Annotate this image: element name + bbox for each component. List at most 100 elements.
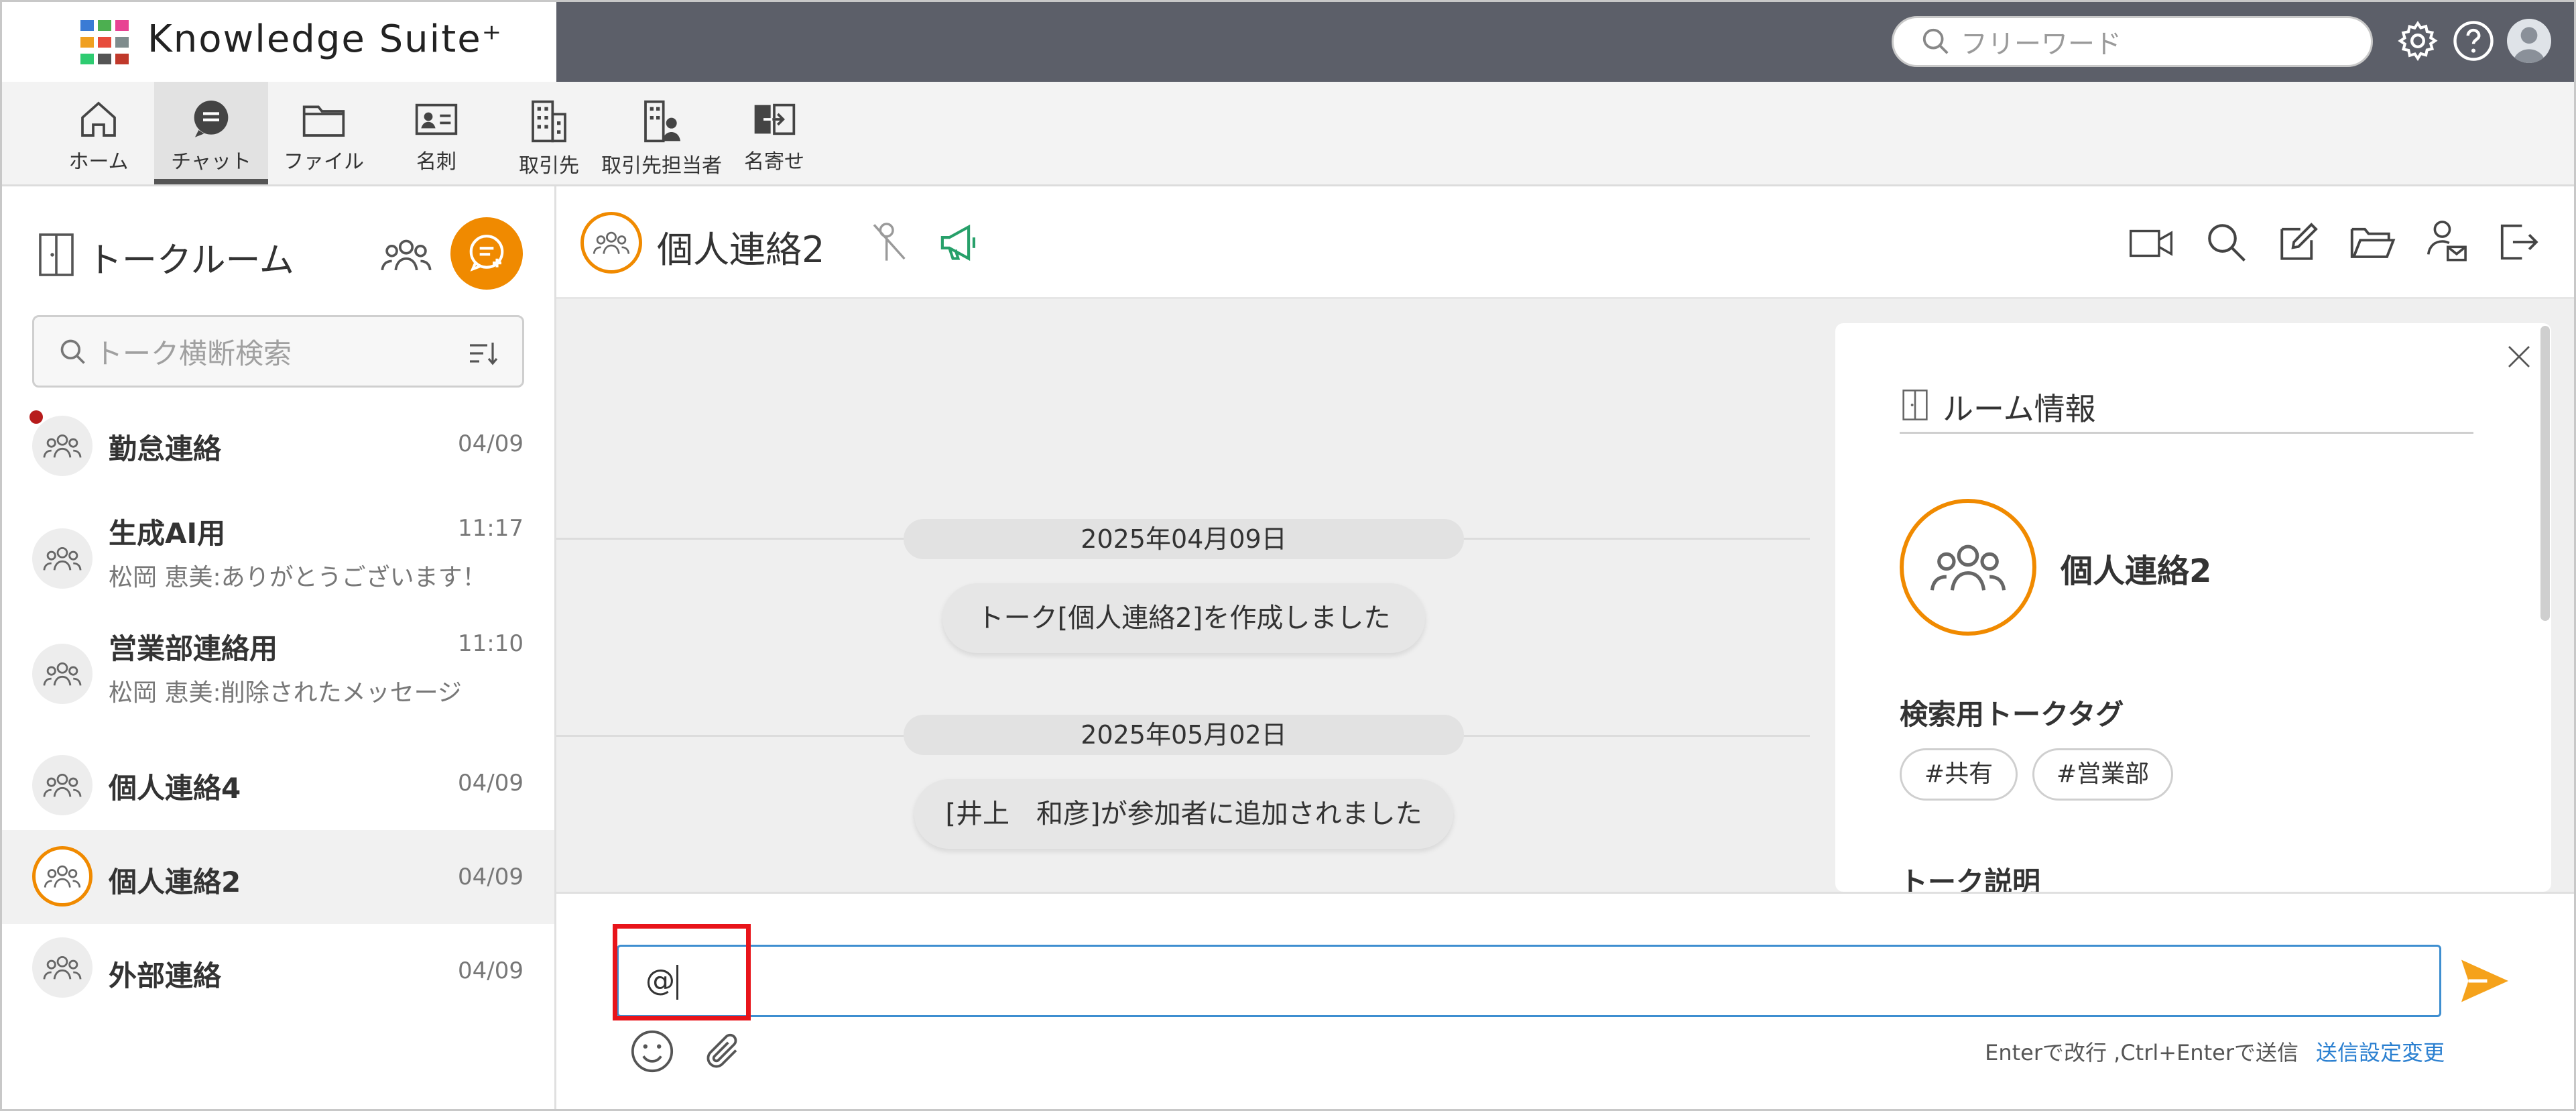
new-talk-button[interactable] <box>450 217 523 290</box>
search-icon <box>1922 28 1949 54</box>
edit-note-icon[interactable] <box>2276 220 2321 264</box>
toolbar-merge[interactable]: 名寄せ <box>717 82 831 184</box>
room-avatar <box>32 846 93 907</box>
merge-icon <box>754 103 796 135</box>
room-date: 04/09 <box>458 864 524 890</box>
attach-icon[interactable] <box>700 1028 747 1075</box>
room-name: 個人連絡2 <box>109 866 241 898</box>
toolbar-home[interactable]: ホーム <box>42 82 156 184</box>
top-bar: Knowledge Suite⁺ フリーワード <box>0 0 2576 82</box>
sort-icon[interactable] <box>467 340 499 367</box>
emoji-icon[interactable] <box>629 1028 676 1075</box>
room-item-external[interactable]: 外部連絡 04/09 <box>0 924 554 1011</box>
chat-room-title: 個人連絡2 <box>657 229 825 271</box>
group-icon <box>1930 544 2006 591</box>
toolbar-business-card-label: 名刺 <box>416 150 456 174</box>
chat-room-avatar[interactable] <box>580 212 642 274</box>
group-icon <box>43 546 82 571</box>
tag-chip[interactable]: #共有 <box>1900 748 2018 801</box>
room-item-kojin4[interactable]: 個人連絡4 04/09 <box>0 742 554 829</box>
toolbar-business-card[interactable]: 名刺 <box>379 82 493 184</box>
talk-search-input[interactable]: トーク横断検索 <box>32 315 524 388</box>
group-icon <box>43 955 82 980</box>
video-call-icon[interactable] <box>2128 224 2174 263</box>
room-date: 04/09 <box>458 957 524 984</box>
folder-open-icon[interactable] <box>2347 220 2397 264</box>
room-info-avatar <box>1900 499 2036 636</box>
room-item-genai[interactable]: 生成AI用 11:17 松岡 恵美:ありがとうございます！ <box>0 511 554 611</box>
date-separator: 2025年04月09日 <box>904 519 1464 559</box>
door-icon <box>39 233 74 276</box>
toolbar-file-label: ファイル <box>284 150 364 174</box>
exit-icon[interactable] <box>2496 219 2540 266</box>
toolbar-account[interactable]: 取引先 <box>492 82 606 184</box>
room-date: 04/09 <box>458 430 524 457</box>
talk-search-placeholder: トーク横断検索 <box>95 337 292 370</box>
group-icon <box>43 773 82 797</box>
brand-area[interactable]: Knowledge Suite⁺ <box>0 0 556 82</box>
home-icon <box>81 101 116 137</box>
group-icon <box>43 434 82 458</box>
message-area[interactable]: 2025年04月09日 トーク[個人連絡2]を作成しました 2025年05月02… <box>556 299 1810 892</box>
room-info-name: 個人連絡2 <box>2061 552 2212 590</box>
room-name: 個人連絡4 <box>109 772 241 805</box>
room-item-kintai[interactable]: 勤怠連絡 04/09 <box>0 402 554 489</box>
room-name: 勤怠連絡 <box>109 432 222 465</box>
room-date: 11:17 <box>458 515 524 542</box>
group-icon <box>593 231 630 254</box>
room-avatar <box>32 937 93 998</box>
search-icon <box>60 339 85 364</box>
gear-icon[interactable] <box>2396 19 2440 63</box>
building-icon <box>532 100 566 143</box>
send-icon[interactable] <box>2456 953 2514 1009</box>
global-search-placeholder: フリーワード <box>1961 29 2122 60</box>
toolbar-merge-label: 名寄せ <box>744 150 804 174</box>
message-composer: @ Enterで改行 ,Ctrl+Enterで送信 送信設定変更 <box>556 892 2576 1111</box>
brand-logo-icon <box>80 20 129 64</box>
user-avatar[interactable] <box>2507 19 2551 63</box>
room-preview: 松岡 恵美:ありがとうございます！ <box>109 564 487 591</box>
brand-name: Knowledge Suite⁺ <box>147 17 503 61</box>
room-item-sales[interactable]: 営業部連絡用 11:10 松岡 恵美:削除されたメッセージ <box>0 626 554 727</box>
room-name: 外部連絡 <box>109 959 222 992</box>
send-hint-text: Enterで改行 ,Ctrl+Enterで送信 <box>1985 1040 2298 1065</box>
room-name: 生成AI用 <box>109 517 226 550</box>
date-separator: 2025年05月02日 <box>904 715 1464 755</box>
global-search-input[interactable]: フリーワード <box>1892 16 2373 67</box>
room-avatar <box>32 416 93 476</box>
room-info-title: ルーム情報 <box>1943 391 2096 427</box>
toolbar-file[interactable]: ファイル <box>267 82 381 184</box>
send-settings-link[interactable]: 送信設定変更 <box>2316 1040 2445 1065</box>
room-date: 04/09 <box>458 770 524 797</box>
chat-icon <box>194 101 229 137</box>
room-info-divider <box>1900 432 2473 434</box>
member-mail-icon[interactable] <box>2422 217 2469 266</box>
tags-title: 検索用トークタグ <box>1900 698 2124 731</box>
talk-description-title: トーク説明 <box>1900 866 2041 892</box>
group-icon <box>43 662 82 686</box>
building-person-icon <box>644 100 680 143</box>
door-icon <box>1902 390 1928 420</box>
sidebar-title: トークルーム <box>87 241 294 281</box>
room-info-scrollbar[interactable] <box>2540 326 2550 621</box>
toolbar-home-label: ホーム <box>68 150 129 174</box>
toolbar-account-contact[interactable]: 取引先担当者 <box>601 82 722 184</box>
room-date: 11:10 <box>458 630 524 657</box>
members-icon[interactable] <box>379 231 433 279</box>
group-icon <box>44 865 81 888</box>
tag-chip[interactable]: #営業部 <box>2032 748 2173 801</box>
room-avatar <box>32 528 93 589</box>
unpin-icon[interactable] <box>869 219 912 267</box>
talk-room-sidebar: トークルーム トーク横断検索 勤怠連絡 04/09 生成AI用 11:17 松岡… <box>0 186 556 1111</box>
business-card-icon <box>415 103 458 135</box>
close-icon[interactable] <box>2506 343 2532 370</box>
room-name: 営業部連絡用 <box>109 632 278 665</box>
search-icon[interactable] <box>2204 220 2248 264</box>
room-item-kojin2[interactable]: 個人連絡2 04/09 <box>0 830 554 924</box>
system-message: [井上 和彦]が参加者に追加されました <box>914 779 1453 849</box>
main-toolbar: ホーム チャット ファイル 名刺 取引先 取引先担当者 名寄せ <box>0 82 2576 186</box>
megaphone-icon[interactable] <box>937 221 983 264</box>
message-input[interactable]: @ <box>617 945 2441 1017</box>
toolbar-chat[interactable]: チャット <box>154 82 268 184</box>
help-icon[interactable] <box>2451 19 2496 63</box>
